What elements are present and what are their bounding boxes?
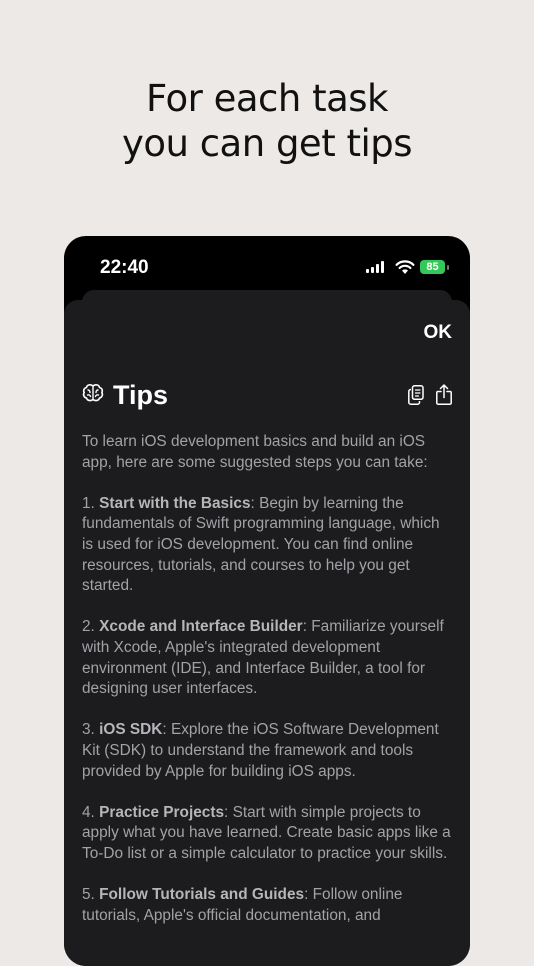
battery-tip xyxy=(447,265,449,270)
headline-line-2: you can get tips xyxy=(121,122,413,165)
status-bar: 22:40 85 xyxy=(64,236,470,296)
wifi-icon xyxy=(395,260,415,274)
battery-level: 85 xyxy=(426,261,439,273)
ok-button[interactable]: OK xyxy=(424,322,453,344)
share-icon[interactable] xyxy=(436,384,452,405)
tip-step-heading: Practice Projects xyxy=(99,803,225,821)
tip-step-heading: iOS SDK xyxy=(99,721,163,739)
tip-step-number: 4. xyxy=(82,803,100,821)
phone-screen: 22:40 85 OK Tips To learn iOS developmen… xyxy=(64,236,470,966)
tip-step-number: 5. xyxy=(82,886,100,904)
copy-icon[interactable] xyxy=(408,385,424,405)
brain-icon xyxy=(82,384,104,402)
tip-step-heading: Follow Tutorials and Guides xyxy=(99,886,305,904)
tip-step-number: 2. xyxy=(82,618,100,636)
tips-content: To learn iOS development basics and buil… xyxy=(82,432,454,947)
tip-step: 3. iOS SDK: Explore the iOS Software Dev… xyxy=(82,720,454,782)
tips-intro: To learn iOS development basics and buil… xyxy=(82,433,428,471)
tip-step-heading: Xcode and Interface Builder xyxy=(99,618,303,636)
tip-step: 4. Practice Projects: Start with simple … xyxy=(82,803,454,865)
tip-step: 2. Xcode and Interface Builder: Familiar… xyxy=(82,617,454,699)
tip-step: 5. Follow Tutorials and Guides: Follow o… xyxy=(82,885,454,926)
cellular-signal-icon xyxy=(366,261,384,273)
tips-sheet: OK Tips To learn iOS development basics … xyxy=(64,300,470,966)
headline-line-1: For each task xyxy=(146,77,388,120)
marketing-headline: For each task you can get tips xyxy=(0,76,534,166)
tip-step-number: 3. xyxy=(82,721,100,739)
status-time: 22:40 xyxy=(100,257,149,278)
tip-step-heading: Start with the Basics xyxy=(99,494,251,512)
sheet-title: Tips xyxy=(113,380,169,410)
tip-step: 1. Start with the Basics: Begin by learn… xyxy=(82,494,454,597)
battery-icon: 85 xyxy=(420,260,445,274)
tips-header: Tips xyxy=(82,378,452,412)
tip-step-number: 1. xyxy=(82,494,100,512)
